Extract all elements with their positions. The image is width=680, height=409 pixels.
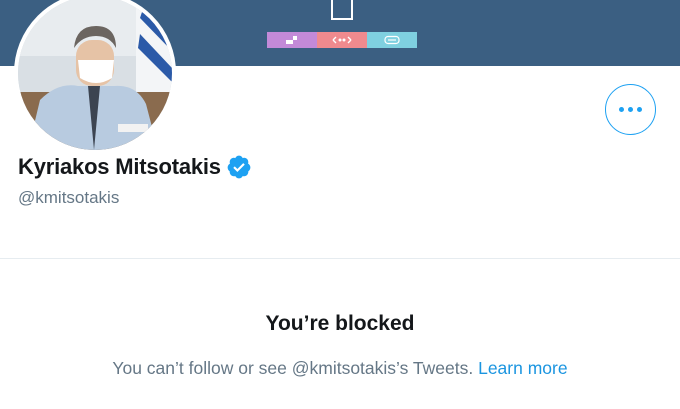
profile-handle: @kmitsotakis (18, 188, 120, 207)
section-divider (0, 258, 680, 259)
profile-photo (18, 0, 172, 150)
banner-tiles (267, 32, 417, 48)
display-name: Kyriakos Mitsotakis (18, 154, 221, 179)
banner-tile-icon (267, 32, 317, 48)
avatar[interactable] (14, 0, 176, 154)
banner-tile-icon (317, 32, 367, 48)
more-options-icon (619, 107, 642, 112)
learn-more-link[interactable]: Learn more (478, 358, 568, 378)
verified-badge-icon (227, 155, 251, 179)
blocked-title: You’re blocked (265, 312, 415, 335)
blocked-message-text: You can’t follow or see @kmitsotakis’s T… (112, 358, 474, 378)
profile-name-row: Kyriakos Mitsotakis (18, 154, 252, 180)
banner-graphic (331, 0, 353, 20)
more-options-button[interactable] (605, 84, 656, 135)
blocked-message: You can’t follow or see @kmitsotakis’s T… (0, 358, 680, 379)
banner-tile-icon (367, 32, 417, 48)
